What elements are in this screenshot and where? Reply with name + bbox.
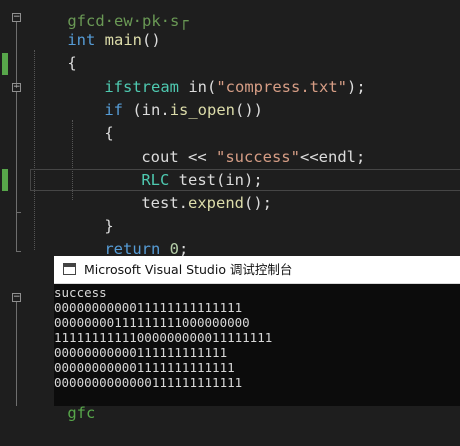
punct: ); [347,78,366,96]
console-output-line: 11111111111000000000011111111 [54,330,273,345]
fold-toggle-main[interactable]: − [12,13,21,22]
console-window-icon [63,263,76,275]
code-line-brace-open: { [30,30,76,72]
debug-console-window[interactable]: Microsoft Visual Studio 调试控制台 success 00… [54,256,460,406]
function-main: main [104,31,142,49]
console-output-line: success [54,285,107,300]
punct: ; [355,148,366,166]
punct: . [178,194,188,212]
punct: ( [123,101,142,119]
code-line-rlc: RLC test(in); [104,147,262,189]
ident-in: in [141,101,161,119]
console-output-line: 00000000111111111000000000 [54,315,250,330]
code-line-main: int main() [30,7,160,49]
function-is-open: is_open [169,101,236,119]
fold-toggle-comment[interactable]: − [12,293,21,302]
fold-end-tick [16,251,21,252]
console-title-bar[interactable]: Microsoft Visual Studio 调试控制台 [54,256,460,284]
code-line-ifstream: ifstream in("compress.txt"); [67,54,365,96]
code-line-expend: test.expend(); [104,170,272,212]
fold-end-tick [16,212,21,213]
operator: << [299,148,319,166]
fold-guide [16,302,17,406]
console-output[interactable]: success 0000000000011111111111111 000000… [54,285,460,390]
punct: () [142,31,161,49]
fold-toggle-if[interactable]: − [12,83,21,92]
code-line-brace-open-inner: { [67,100,113,142]
console-title: Microsoft Visual Studio 调试控制台 [84,262,293,277]
ident-test: test [141,194,179,212]
punct: (); [244,194,272,212]
console-output-line: 000000000001111111111111 [54,360,235,375]
comment-text: gfc [67,404,96,422]
console-output-line: 00000000000111111111111 [54,345,228,360]
code-line-if: if (in.is_open()) [67,77,263,119]
console-output-line: 0000000000011111111111111 [54,300,243,315]
change-marker [2,53,8,75]
ident-endl: endl [318,148,356,166]
console-output-line: 0000000000000111111111111 [54,375,243,390]
code-line-return: return 0; [67,216,188,258]
change-marker [2,169,8,191]
punct: . [160,101,170,119]
fold-guide [16,22,17,88]
punct: ()) [235,101,264,119]
function-expend: expend [188,194,244,212]
fold-guide [16,92,17,252]
code-line-cout: cout << "success"<<endl; [104,124,365,166]
code-line-brace-close-inner: } [67,193,113,235]
